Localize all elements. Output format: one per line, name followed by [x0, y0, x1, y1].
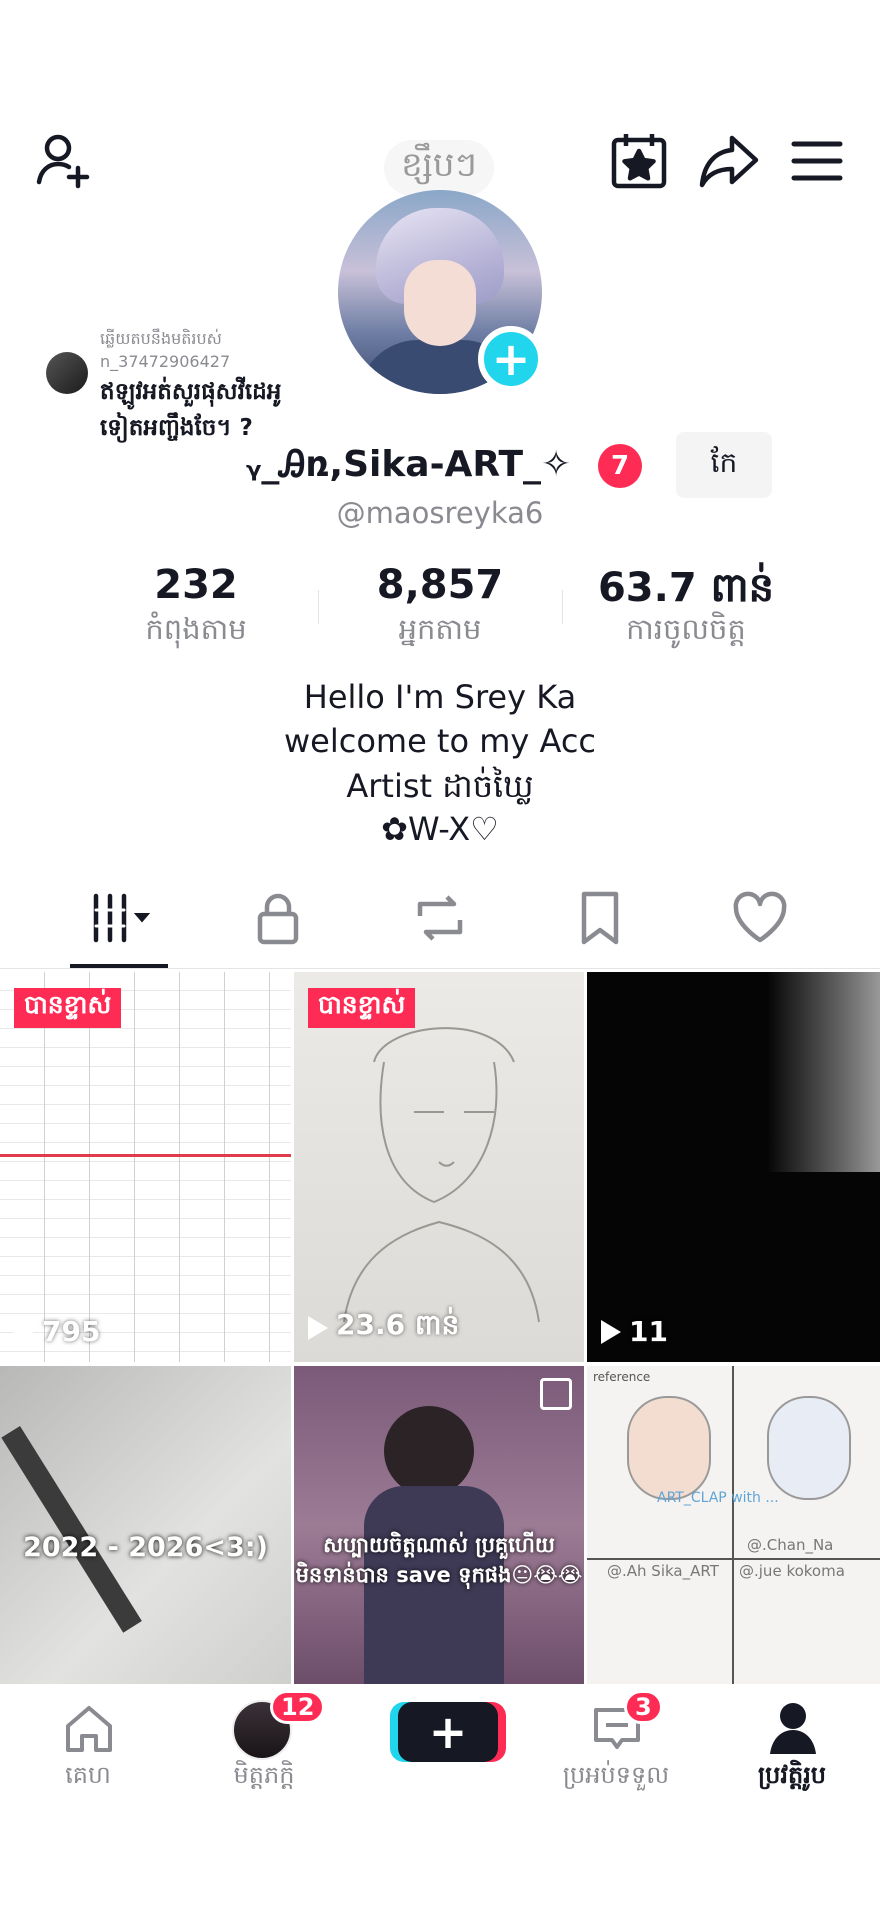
add-user-icon[interactable]	[34, 130, 96, 192]
video-thumbnail[interactable]: 2022 - 2026<3:)	[0, 1366, 291, 1684]
play-icon	[14, 1319, 34, 1344]
video-caption: 2022 - 2026<3:)	[23, 1532, 268, 1563]
bio-line-2: welcome to my Acc	[283, 722, 597, 760]
repost-icon[interactable]	[410, 888, 470, 948]
nav-inbox[interactable]: 3 ប្រអប់ទទួល	[528, 1684, 704, 1804]
nav-profile[interactable]: ប្រវត្តិរូប	[704, 1684, 880, 1804]
view-count: 11	[601, 1315, 668, 1348]
view-count: 795	[14, 1315, 100, 1348]
bio-line-1: Hello I'm Srey Ka	[303, 678, 577, 716]
play-icon	[601, 1319, 621, 1344]
profile-icon	[770, 1703, 816, 1754]
video-thumbnail[interactable]: បានខ្ទាស់ 23.6 ពាន់	[294, 972, 584, 1362]
pinned-tag: បានខ្ទាស់	[308, 988, 416, 1028]
add-story-plus-icon[interactable]: +	[478, 326, 544, 392]
note-caption: ឆ្លើយតបនឹងមតិរបស់	[100, 329, 222, 348]
hamburger-menu-icon[interactable]	[786, 130, 848, 192]
create-plus-icon: +	[398, 1702, 498, 1762]
tab-divider	[0, 968, 880, 969]
note-author-avatar	[46, 352, 88, 394]
display-name: ᵧ_Ꭿռ,Sika-ART_✧	[246, 444, 572, 485]
video-thumbnail[interactable]: reference ART_CLAP with ... @.Chan_Na @.…	[587, 1366, 880, 1684]
videos-grid-icon[interactable]	[90, 888, 151, 948]
multi-image-icon	[540, 1378, 572, 1410]
nav-profile-label: ប្រវត្តិរូប	[757, 1761, 827, 1789]
heart-icon[interactable]	[730, 888, 790, 948]
nav-inbox-label: ប្រអប់ទទួល	[562, 1761, 670, 1789]
video-caption-line2: មិនទាន់បាន save ទុកផង😐😭😭	[295, 1563, 583, 1587]
credit-text: @.Ah Sika_ART	[607, 1562, 719, 1580]
likes-label: ការចូលចិត្ត	[626, 612, 746, 646]
username-handle: @maosreyka6	[336, 496, 544, 530]
nav-home[interactable]: គេហ	[0, 1684, 176, 1804]
note-username: n_37472906427	[100, 352, 231, 371]
video-caption-line1: សប្បាយចិត្តណាស់ ប្រគួហើយ	[323, 1533, 555, 1557]
nav-home-label: គេហ	[65, 1761, 111, 1789]
nav-friends[interactable]: 12 មិត្តភក្តិ	[176, 1684, 352, 1804]
following-count[interactable]: 232	[76, 562, 316, 608]
view-count-text: 795	[42, 1315, 101, 1348]
bio-line-3: Artist ដាច់ឃ្លៃ	[346, 767, 534, 805]
note-text-line1: ឥឡូវអត់សួរផុសវីដេអូ	[100, 379, 282, 405]
art-collab-text: ART_CLAP with ...	[657, 1490, 779, 1506]
followers-label: អ្នកតាម	[398, 612, 482, 646]
stat-divider	[318, 590, 319, 624]
following-label: កំពុងតាម	[145, 612, 247, 646]
stat-divider	[562, 590, 563, 624]
reference-text: reference	[593, 1370, 651, 1384]
edit-profile-button[interactable]: កែ	[676, 432, 772, 498]
video-thumbnail[interactable]: 11	[587, 972, 880, 1362]
bookmark-icon[interactable]	[570, 888, 630, 948]
page-title: ខ្សឹបៗ	[384, 140, 494, 196]
pinned-tag: បានខ្ទាស់	[14, 988, 122, 1028]
nav-create[interactable]: +	[352, 1684, 528, 1804]
inbox-badge: 3	[624, 1690, 663, 1724]
lock-icon[interactable]	[248, 888, 308, 948]
video-thumbnail[interactable]: បានខ្ទាស់ 795	[0, 972, 291, 1362]
play-icon	[308, 1315, 328, 1340]
view-count-text: 11	[629, 1315, 668, 1348]
friends-badge: 12	[270, 1690, 326, 1724]
home-icon	[66, 1706, 112, 1752]
bottom-nav: គេហ 12 មិត្តភក្តិ + 3 ប្រអប់ទទួល ប្រវត្ត…	[0, 1684, 880, 1920]
video-thumbnail[interactable]: សប្បាយចិត្តណាស់ ប្រគួហើយ មិនទាន់បាន save…	[294, 1366, 584, 1684]
credit-text: @.Chan_Na	[747, 1536, 834, 1554]
nav-friends-label: មិត្តភក្តិ	[233, 1761, 295, 1789]
name-badge: 7	[598, 444, 642, 488]
credit-text: @.jue kokoma	[739, 1562, 845, 1580]
share-icon[interactable]	[698, 130, 760, 192]
view-count-text: 23.6 ពាន់	[336, 1308, 460, 1341]
view-count: 23.6 ពាន់	[308, 1307, 459, 1348]
note-text-line2: ទៀតអញ្ចឹងចែ។ ?	[100, 415, 253, 441]
bio-line-4: ✿W-X♡	[381, 810, 499, 848]
calendar-star-icon[interactable]	[608, 130, 670, 192]
followers-count[interactable]: 8,857	[320, 562, 560, 608]
